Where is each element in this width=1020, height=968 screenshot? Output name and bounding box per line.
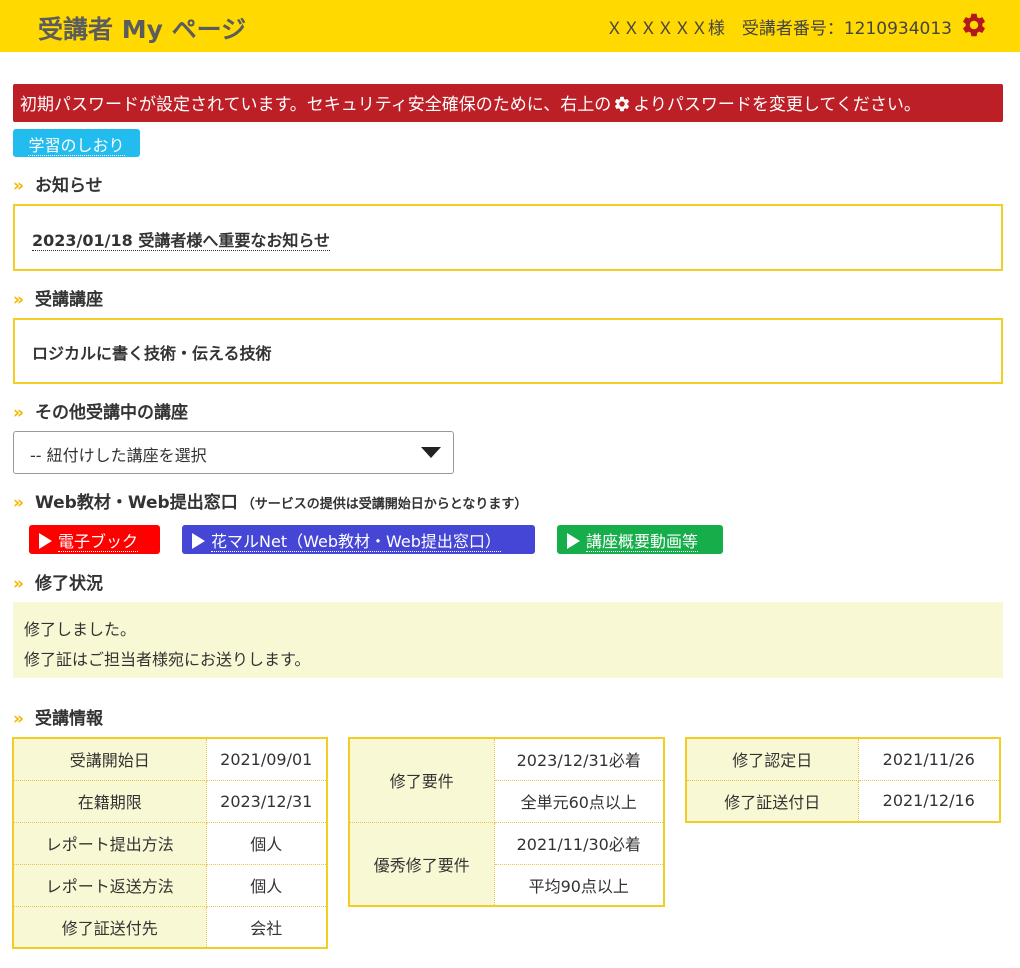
enrollment-info-table: 受講開始日 2021/09/01 在籍期限 2023/12/31 レポート提出方… [12, 737, 328, 949]
other-courses-select[interactable]: -- 紐付けした講座を選択 [13, 431, 454, 474]
table-value: 2021/11/26 [857, 737, 1001, 781]
chevron-right-icon: » [13, 493, 24, 513]
table-label: 優秀修了要件 [348, 821, 495, 907]
news-box: 2023/01/18 受講者様へ重要なお知らせ [13, 204, 1003, 271]
section-heading-news: » お知らせ [13, 171, 103, 196]
play-icon [567, 533, 580, 549]
section-title: その他受講中の講座 [35, 403, 188, 423]
chevron-right-icon: » [13, 290, 24, 310]
section-heading-web: » Web教材・Web提出窓口 （サービスの提供は受講開始日からとなります） [13, 488, 527, 513]
section-title: 受講情報 [35, 709, 103, 729]
section-note: （サービスの提供は受講開始日からとなります） [241, 497, 528, 512]
hanamaru-net-button[interactable]: 花マルNet（Web教材・Web提出窓口） [182, 525, 535, 554]
table-row: 修了証送付日 2021/12/16 [685, 779, 1001, 823]
alert-text-after: よりパスワードを変更してください。 [633, 95, 921, 115]
certificate-dates-table: 修了認定日 2021/11/26 修了証送付日 2021/12/16 [685, 737, 1001, 823]
alert-text-before: 初期パスワードが設定されています。セキュリティ安全確保のために、右上の [20, 95, 612, 115]
settings-gear-icon[interactable] [960, 11, 988, 39]
section-title: Web教材・Web提出窓口 [35, 493, 238, 513]
table-value: 2023/12/31 [205, 779, 328, 823]
section-title: 受講講座 [35, 290, 103, 310]
user-info: ＸＸＸＸＸＸ様 受講者番号：1210934013 [605, 19, 952, 39]
table-label: 修了要件 [348, 737, 495, 823]
completion-status-box: 修了しました。 修了証はご担当者様宛にお送りします。 [13, 602, 1003, 678]
table-row: 受講開始日 2021/09/01 [12, 737, 328, 781]
section-title: 修了状況 [35, 574, 103, 594]
table-label: 修了証送付日 [685, 779, 859, 823]
select-value: -- 紐付けした講座を選択 [30, 446, 207, 465]
table-row: レポート返送方法 個人 [12, 863, 328, 907]
table-label: 修了証送付先 [12, 905, 207, 949]
header-bar: 受講者 My ページ ＸＸＸＸＸＸ様 受講者番号：1210934013 [0, 0, 1020, 52]
course-video-label: 講座概要動画等 [586, 532, 699, 552]
completion-requirements-table: 修了要件 2023/12/31必着 全単元60点以上 優秀修了要件 2021/1… [348, 737, 665, 907]
table-label: 在籍期限 [12, 779, 207, 823]
study-bookmark-label: 学習のしおり [28, 136, 125, 156]
section-heading-info: » 受講情報 [13, 704, 103, 729]
table-value: 2021/09/01 [205, 737, 328, 781]
course-box: ロジカルに書く技術・伝える技術 [13, 318, 1003, 384]
table-value: 会社 [205, 905, 328, 949]
table-row: 在籍期限 2023/12/31 [12, 779, 328, 823]
table-row: 優秀修了要件 2021/11/30必着 [348, 821, 665, 907]
table-value: 個人 [205, 821, 328, 865]
table-row: レポート提出方法 個人 [12, 821, 328, 865]
table-label: 修了認定日 [685, 737, 859, 781]
table-value: 個人 [205, 863, 328, 907]
course-video-button[interactable]: 講座概要動画等 [557, 525, 723, 554]
course-name: ロジカルに書く技術・伝える技術 [32, 344, 272, 363]
password-alert: 初期パスワードが設定されています。セキュリティ安全確保のために、右上の よりパスワ… [13, 84, 1003, 122]
ebook-label: 電子ブック [58, 532, 139, 552]
section-heading-course: » 受講講座 [13, 285, 103, 310]
section-title: お知らせ [35, 176, 103, 196]
chevron-right-icon: » [13, 709, 24, 729]
table-label: レポート提出方法 [12, 821, 207, 865]
hanamaru-net-label: 花マルNet（Web教材・Web提出窓口） [211, 532, 501, 552]
caret-down-icon [421, 447, 441, 458]
table-value: 平均90点以上 [493, 863, 665, 907]
chevron-right-icon: » [13, 176, 24, 196]
study-bookmark-button[interactable]: 学習のしおり [13, 129, 140, 157]
table-row: 修了認定日 2021/11/26 [685, 737, 1001, 781]
news-item-link[interactable]: 2023/01/18 受講者様へ重要なお知らせ [32, 231, 331, 251]
table-value: 2021/11/30必着 [493, 821, 665, 865]
table-label: レポート返送方法 [12, 863, 207, 907]
table-label: 受講開始日 [12, 737, 207, 781]
chevron-right-icon: » [13, 574, 24, 594]
table-row: 修了証送付先 会社 [12, 905, 328, 949]
ebook-button[interactable]: 電子ブック [29, 525, 160, 554]
play-icon [192, 533, 205, 549]
gear-icon [615, 96, 630, 112]
section-heading-other-courses: » その他受講中の講座 [13, 398, 188, 423]
chevron-right-icon: » [13, 403, 24, 423]
completion-line-1: 修了しました。 [24, 620, 137, 639]
section-heading-completion: » 修了状況 [13, 569, 103, 594]
table-value: 2023/12/31必着 [493, 737, 665, 781]
play-icon [39, 533, 52, 549]
table-row: 修了要件 2023/12/31必着 [348, 737, 665, 823]
completion-line-2: 修了証はご担当者様宛にお送りします。 [24, 650, 311, 669]
page-title: 受講者 My ページ [38, 15, 247, 44]
table-value: 2021/12/16 [857, 779, 1001, 823]
table-value: 全単元60点以上 [493, 779, 665, 823]
